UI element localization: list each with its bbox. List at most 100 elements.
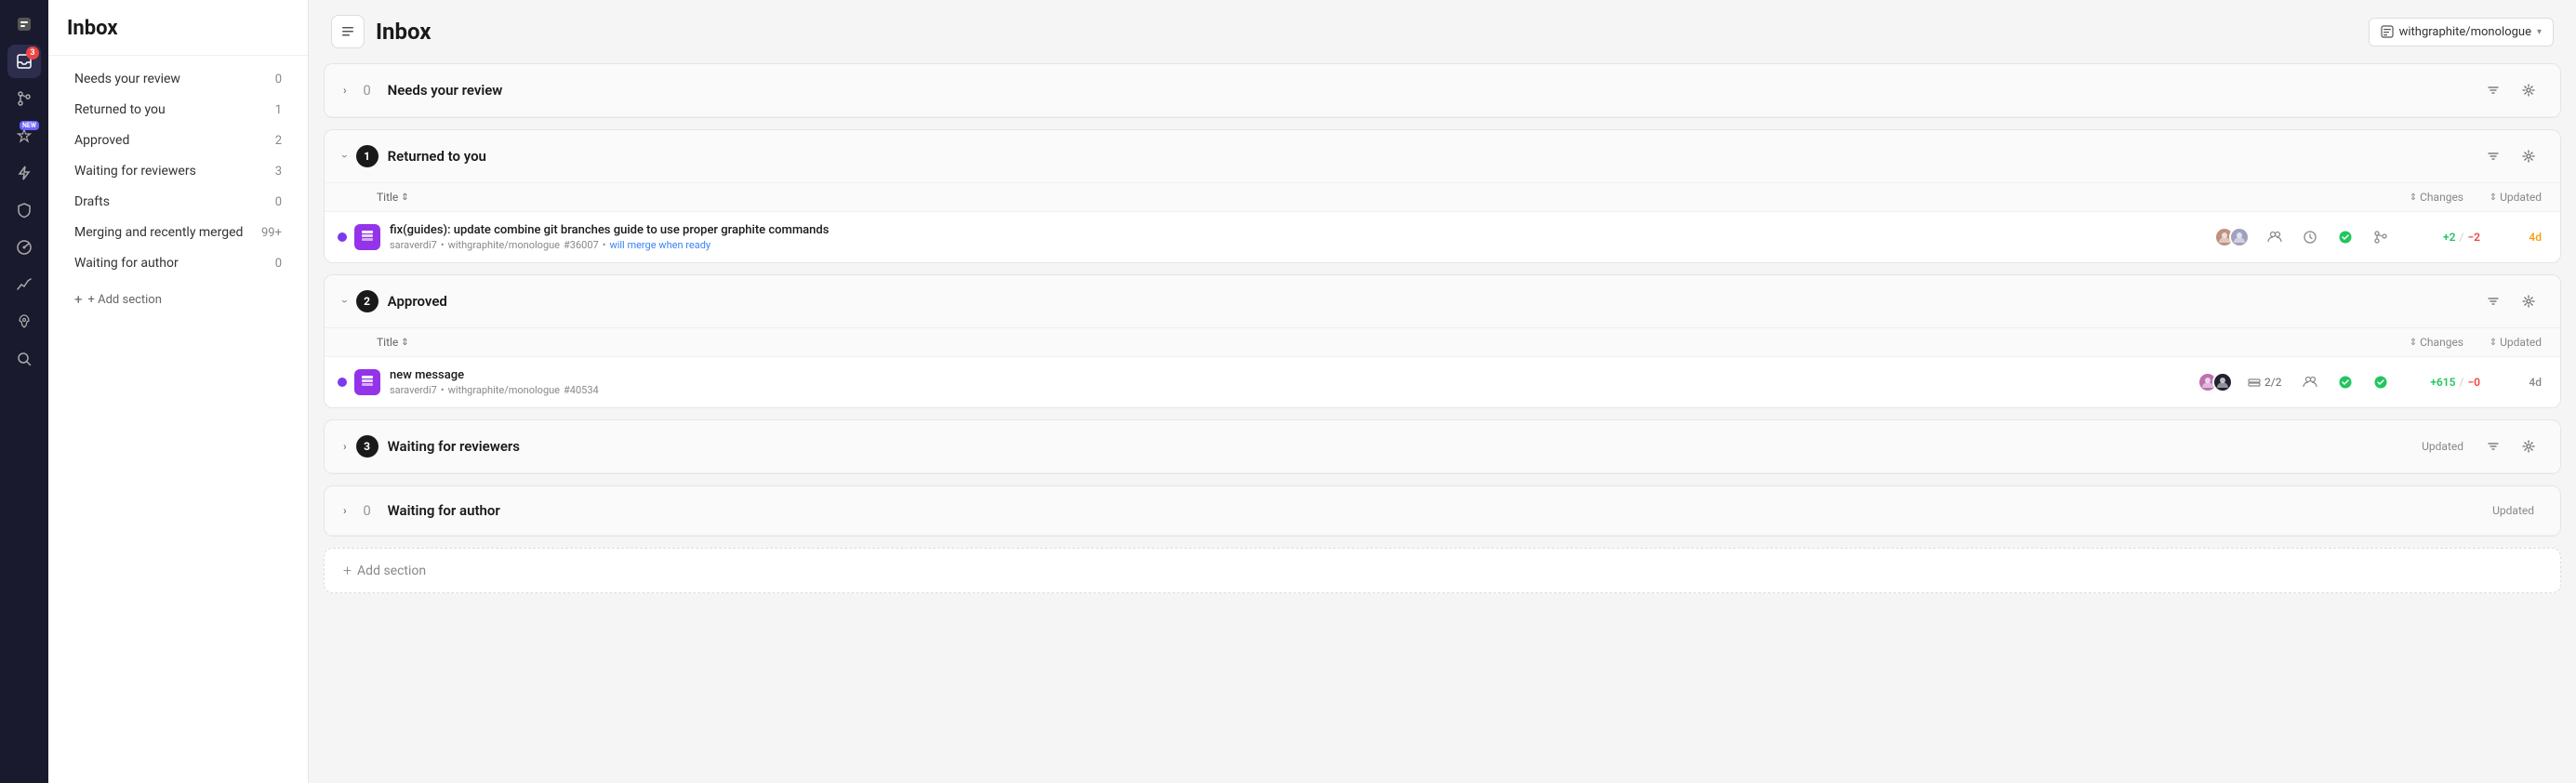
waiting-reviewers-settings-btn[interactable] xyxy=(2516,433,2542,459)
approved-section: › 2 Approved xyxy=(324,274,2561,408)
pr-updated: 4d xyxy=(2495,230,2542,245)
th-changes-col: ⇕ Changes xyxy=(2389,336,2463,349)
repo-icon xyxy=(2381,25,2394,38)
repo-chevron-icon: ▾ xyxy=(2537,27,2542,37)
needs-review-settings-btn[interactable] xyxy=(2516,77,2542,103)
pr-meta: saraverdi7 • withgraphite/monologue #405… xyxy=(390,384,2188,396)
sidebar-item-waiting-author[interactable]: Waiting for author 0 xyxy=(56,248,300,278)
waiting-author-count: 0 xyxy=(356,499,378,522)
approved-sort-btn[interactable] xyxy=(2480,288,2506,314)
rail-new-icon[interactable]: NEW xyxy=(7,119,41,153)
pr-avatar xyxy=(354,224,380,250)
waiting-author-chevron[interactable]: › xyxy=(343,504,347,517)
waiting-reviewers-label: Waiting for reviewers xyxy=(388,438,520,455)
needs-review-chevron[interactable]: › xyxy=(343,84,347,97)
table-row[interactable]: new message saraverdi7 • withgraphite/mo… xyxy=(325,357,2560,407)
changes-rem: −2 xyxy=(2467,231,2480,244)
add-section-label: Add section xyxy=(357,564,426,578)
stack-count: 2/2 xyxy=(2248,376,2285,389)
needs-review-section: › 0 Needs your review xyxy=(324,63,2561,118)
inbox-menu-icon xyxy=(331,15,365,48)
new-badge: NEW xyxy=(20,121,39,130)
waiting-author-section: › 0 Waiting for author Updated xyxy=(324,485,2561,537)
add-section-plus-icon: + xyxy=(343,562,352,579)
left-rail: 3 NEW xyxy=(0,0,48,783)
changes-add: +615 xyxy=(2430,376,2455,389)
rail-trending-icon[interactable] xyxy=(7,268,41,301)
waiting-author-label: Waiting for author xyxy=(388,502,500,519)
returned-header[interactable]: › 1 Returned to you xyxy=(325,130,2560,183)
waiting-reviewers-header[interactable]: › 3 Waiting for reviewers Updated xyxy=(325,420,2560,473)
needs-review-header[interactable]: › 0 Needs your review xyxy=(325,64,2560,117)
pr-right: 2/2 xyxy=(2198,372,2542,392)
rail-search-icon[interactable] xyxy=(7,342,41,376)
waiting-reviewers-section: › 3 Waiting for reviewers Updated xyxy=(324,419,2561,474)
rail-shield-icon[interactable] xyxy=(7,193,41,227)
waiting-reviewers-count: 3 xyxy=(356,435,378,458)
approved-chevron[interactable]: › xyxy=(339,299,352,303)
sidebar-item-waiting-reviewers[interactable]: Waiting for reviewers 3 xyxy=(56,156,300,186)
sidebar-item-drafts[interactable]: Drafts 0 xyxy=(56,187,300,217)
waiting-reviewers-sort-btn[interactable] xyxy=(2480,433,2506,459)
check-status-icon xyxy=(2335,230,2356,245)
rail-rocket-icon[interactable] xyxy=(7,305,41,338)
returned-settings-btn[interactable] xyxy=(2516,143,2542,169)
check-icon-1 xyxy=(2335,375,2356,390)
pr-title: new message xyxy=(390,368,2188,382)
returned-section: › 1 Returned to you xyxy=(324,129,2561,263)
merge-status-link[interactable]: will merge when ready xyxy=(609,239,710,251)
approved-label: Approved xyxy=(388,293,447,310)
plus-icon: + xyxy=(74,291,83,308)
rail-graphite-logo[interactable] xyxy=(7,7,41,41)
approved-settings-btn[interactable] xyxy=(2516,288,2542,314)
pr-info: fix(guides): update combine git branches… xyxy=(390,223,2205,251)
returned-count: 1 xyxy=(356,145,378,167)
needs-review-sort-btn[interactable] xyxy=(2480,77,2506,103)
returned-label: Returned to you xyxy=(388,148,486,165)
check-icon-2 xyxy=(2370,375,2391,390)
add-section-button[interactable]: + + Add section xyxy=(56,282,300,317)
needs-review-count: 0 xyxy=(356,79,378,101)
needs-review-label: Needs your review xyxy=(388,82,503,99)
rail-chart-icon[interactable] xyxy=(7,231,41,264)
inbox-badge: 3 xyxy=(26,46,39,60)
add-section-area[interactable]: + Add section xyxy=(324,548,2561,593)
title-sort-icon: ⇕ xyxy=(401,192,408,203)
reviewer-avatar xyxy=(2212,372,2233,392)
reviewer-count-icon xyxy=(2264,230,2285,245)
reviewer-avatars xyxy=(2214,227,2250,247)
pr-updated: 4d xyxy=(2495,375,2542,390)
table-row[interactable]: fix(guides): update combine git branches… xyxy=(325,212,2560,262)
sidebar-item-merging[interactable]: Merging and recently merged 99+ xyxy=(56,218,300,247)
reviewer-avatars xyxy=(2198,372,2233,392)
reviewer-status-icon xyxy=(2300,375,2320,390)
th-updated-col: ⇕ Updated xyxy=(2486,191,2542,204)
sidebar-item-needs-review[interactable]: Needs your review 0 xyxy=(56,64,300,94)
changes-cell: +2 / −2 xyxy=(2406,231,2480,244)
returned-table-header: Title ⇕ ⇕ Changes ⇕ Updated xyxy=(325,183,2560,212)
changes-rem: −0 xyxy=(2467,376,2480,389)
repo-selector[interactable]: withgraphite/monologue ▾ xyxy=(2369,18,2554,46)
waiting-reviewers-chevron[interactable]: › xyxy=(343,440,347,453)
th-title-col[interactable]: Title ⇕ xyxy=(377,191,2131,204)
rail-branch-icon[interactable] xyxy=(7,82,41,115)
changes-add: +2 xyxy=(2443,231,2455,244)
sidebar-item-returned[interactable]: Returned to you 1 xyxy=(56,95,300,125)
waiting-author-header[interactable]: › 0 Waiting for author Updated xyxy=(325,486,2560,536)
returned-sort-btn[interactable] xyxy=(2480,143,2506,169)
repo-label: withgraphite/monologue xyxy=(2399,25,2531,39)
returned-chevron[interactable]: › xyxy=(339,154,352,158)
pr-right: +2 / −2 4d xyxy=(2214,227,2542,247)
pr-avatar xyxy=(354,369,380,395)
rail-inbox-icon[interactable]: 3 xyxy=(7,45,41,78)
clock-icon xyxy=(2300,230,2320,245)
pr-info: new message saraverdi7 • withgraphite/mo… xyxy=(390,368,2188,396)
main-content: Inbox withgraphite/monologue ▾ › 0 Needs… xyxy=(309,0,2576,783)
sidebar-item-approved[interactable]: Approved 2 xyxy=(56,126,300,155)
rail-lightning-icon[interactable] xyxy=(7,156,41,190)
pr-title: fix(guides): update combine git branches… xyxy=(390,223,2205,237)
th-title-col[interactable]: Title ⇕ xyxy=(377,336,2131,349)
pr-status-dot xyxy=(338,232,347,242)
approved-header[interactable]: › 2 Approved xyxy=(325,275,2560,328)
changes-cell: +615 / −0 xyxy=(2406,376,2480,389)
